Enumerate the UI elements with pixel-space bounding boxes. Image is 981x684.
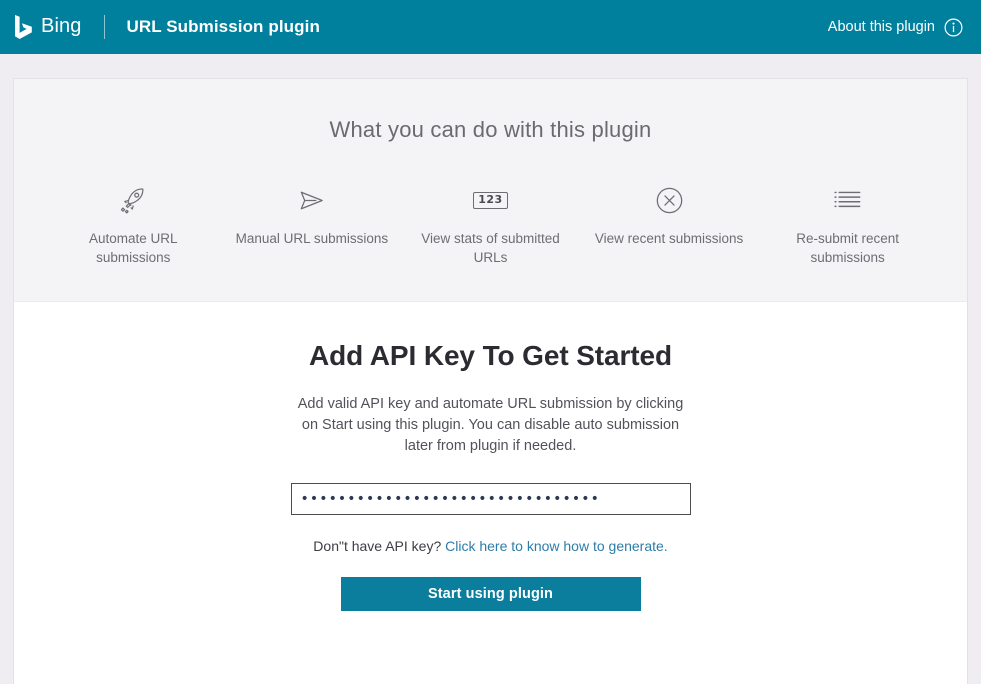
- feature-label: Re-submit recent submissions: [796, 231, 900, 265]
- list-icon: [833, 183, 862, 217]
- api-key-input[interactable]: [290, 483, 691, 515]
- page-title: URL Submission plugin: [126, 17, 320, 36]
- rocket-icon: [118, 183, 149, 217]
- brand-divider: [104, 15, 106, 39]
- feature-label: View recent submissions: [594, 231, 744, 246]
- brand: Bing URL Submission plugin: [14, 14, 320, 40]
- api-key-helper: Don"t have API key? Click here to know h…: [313, 538, 667, 554]
- feature-label: Manual URL submissions: [235, 231, 389, 246]
- paper-plane-icon: [296, 183, 327, 217]
- features-panel: What you can do with this plugin Automat…: [14, 79, 967, 302]
- feature-automate-url-submissions[interactable]: Automate URL submissions: [53, 183, 213, 267]
- bing-logo-icon: [14, 14, 34, 40]
- feature-label: View stats of submitted URLs: [421, 231, 560, 265]
- bing-logo-text: Bing: [41, 15, 82, 37]
- feature-view-stats[interactable]: 123 View stats of submitted URLs: [410, 183, 570, 267]
- api-key-panel: Add API Key To Get Started Add valid API…: [14, 302, 967, 684]
- circle-x-icon: [655, 183, 684, 217]
- feature-manual-url-submissions[interactable]: Manual URL submissions: [232, 183, 392, 248]
- info-circle-icon[interactable]: [944, 18, 963, 37]
- api-key-heading: Add API Key To Get Started: [309, 340, 672, 371]
- number-box-icon: 123: [473, 183, 508, 217]
- api-key-description: Add valid API key and automate URL submi…: [297, 396, 684, 454]
- features-list: Automate URL submissions Manual URL subm…: [14, 183, 967, 267]
- main-card: What you can do with this plugin Automat…: [13, 78, 968, 684]
- feature-resubmit-recent-submissions[interactable]: Re-submit recent submissions: [768, 183, 928, 267]
- start-using-plugin-button[interactable]: Start using plugin: [340, 577, 641, 611]
- number-box-text: 123: [473, 191, 508, 209]
- app-header: Bing URL Submission plugin About this pl…: [0, 0, 981, 54]
- feature-view-recent-submissions[interactable]: View recent submissions: [589, 183, 749, 248]
- about-this-plugin-label: About this plugin: [827, 19, 935, 35]
- how-to-generate-link[interactable]: Click here to know how to generate.: [445, 538, 668, 554]
- feature-label: Automate URL submissions: [89, 231, 178, 265]
- bing-logo[interactable]: Bing: [14, 14, 81, 40]
- features-heading: What you can do with this plugin: [329, 117, 652, 142]
- api-key-helper-text: Don"t have API key?: [313, 538, 442, 554]
- about-this-plugin-button[interactable]: About this plugin: [828, 18, 963, 37]
